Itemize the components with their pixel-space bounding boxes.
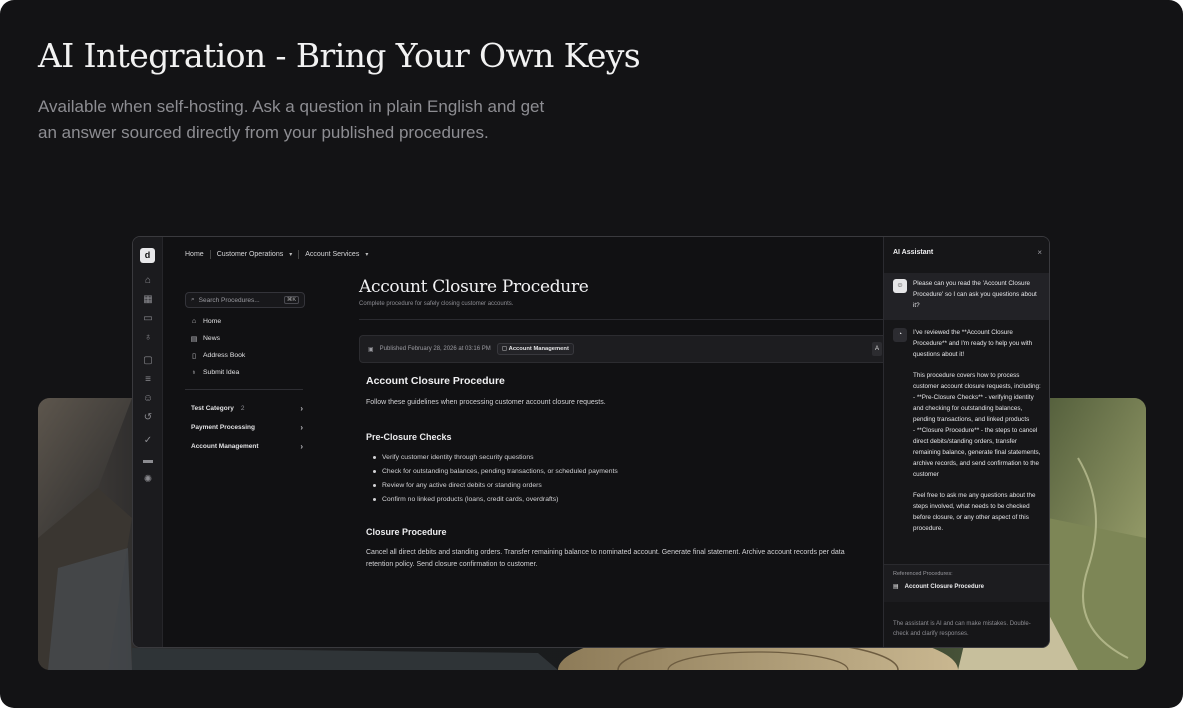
- lightbulb-icon[interactable]: ♁: [142, 332, 154, 344]
- app-logo-icon[interactable]: d: [140, 248, 155, 263]
- list-item: Confirm no linked products (loans, credi…: [373, 493, 884, 507]
- card-icon[interactable]: ▬: [142, 455, 154, 467]
- inbox-icon[interactable]: ▭: [142, 313, 154, 325]
- assistant-disclaimer: The assistant is AI and can make mistake…: [893, 621, 1031, 637]
- assistant-message-text: I've reviewed the **Account Closure Proc…: [913, 328, 1041, 533]
- user-avatar-icon: ☺: [893, 279, 907, 293]
- sidebar-item-address-book[interactable]: ▯ Address Book: [185, 347, 305, 364]
- hero-title: AI Integration - Bring Your Own Keys: [38, 36, 641, 75]
- book-icon: ▯: [192, 352, 196, 360]
- sidebar-item-label: Address Book: [203, 352, 246, 359]
- title-divider: [359, 319, 891, 320]
- document-icon: ▤: [893, 584, 899, 590]
- breadcrumb-customer-operations[interactable]: Customer Operations: [217, 251, 284, 258]
- breadcrumb-divider: [298, 250, 300, 259]
- assistant-header: AI Assistant ×: [884, 237, 1049, 267]
- page-title: Account Closure Procedure: [359, 277, 589, 297]
- document-view: Account Closure Procedure Complete proce…: [359, 277, 891, 584]
- folder-icon[interactable]: ▢: [142, 355, 154, 367]
- category-count: 2: [240, 405, 245, 412]
- sidebar-item-news[interactable]: ▤ News: [185, 330, 305, 347]
- category-chip-label: Account Management: [508, 346, 569, 352]
- user-check-icon[interactable]: ✓: [142, 435, 154, 447]
- close-icon[interactable]: ×: [1037, 248, 1042, 257]
- settings-icon[interactable]: ✺: [142, 474, 154, 486]
- chevron-down-icon[interactable]: ▾: [289, 251, 292, 258]
- category-label: Payment Processing: [191, 424, 255, 431]
- chevron-right-icon: ›: [300, 404, 303, 413]
- sidebar-divider: [185, 389, 303, 390]
- page-subtitle: Complete procedure for safely closing cu…: [359, 301, 514, 307]
- hero-subtitle-line-2: an answer sourced directly from your pub…: [38, 123, 489, 142]
- category-account-management[interactable]: Account Management ›: [185, 437, 305, 456]
- hero-subtitle: Available when self-hosting. Ask a quest…: [38, 94, 638, 146]
- search-icon: ⌕: [191, 296, 195, 303]
- calendar-icon: ▣: [368, 346, 374, 353]
- search-placeholder: Search Procedures...: [198, 296, 260, 304]
- sidebar-item-label: Home: [203, 318, 222, 325]
- ai-assistant-panel: AI Assistant × ☺ Please can you read the…: [883, 237, 1049, 647]
- database-icon[interactable]: ≡: [142, 374, 154, 386]
- home-icon[interactable]: ⌂: [142, 275, 154, 287]
- closure-text-line-2: retention policy. Send closure confirmat…: [366, 561, 538, 568]
- folder-icon: ▢: [501, 346, 508, 352]
- dashboard-icon[interactable]: ▦: [142, 294, 154, 306]
- list-item: Check for outstanding balances, pending …: [373, 465, 884, 479]
- category-label: Account Management: [191, 443, 259, 450]
- list-item: Verify customer identity through securit…: [373, 451, 884, 465]
- category-payment-processing[interactable]: Payment Processing ›: [185, 418, 305, 437]
- icon-rail: d ⌂ ▦ ▭ ♁ ▢ ≡ ☺ ↺ ✓ ▬ ✺: [133, 237, 163, 647]
- published-date: Published February 28, 2026 at 03:16 PM: [379, 346, 491, 352]
- closure-text-line-1: Cancel all direct debits and standing or…: [366, 548, 845, 556]
- chevron-down-icon[interactable]: ▾: [365, 251, 368, 258]
- chevron-right-icon: ›: [300, 442, 303, 451]
- category-label: Test Category: [191, 405, 234, 412]
- history-icon[interactable]: ↺: [142, 412, 154, 424]
- checks-list: Verify customer identity through securit…: [366, 451, 884, 507]
- users-icon[interactable]: ☺: [142, 393, 154, 405]
- sidebar-nav: ⌂ Home ▤ News ▯ Address Book ♁ Submit Id…: [185, 313, 305, 381]
- document-meta-bar: ▣ Published February 28, 2026 at 03:16 P…: [359, 335, 891, 363]
- content-intro: Follow these guidelines when processing …: [366, 399, 606, 406]
- bot-avatar-icon: ◔: [893, 327, 907, 342]
- hero-subtitle-line-1: Available when self-hosting. Ask a quest…: [38, 97, 545, 116]
- content-heading: Account Closure Procedure: [366, 375, 505, 387]
- chevron-right-icon: ›: [300, 423, 303, 432]
- breadcrumb-account-services[interactable]: Account Services: [305, 251, 359, 258]
- referenced-procedures: Referenced Procedures: ▤ Account Closure…: [884, 564, 1049, 602]
- sidebar-item-home[interactable]: ⌂ Home: [185, 313, 305, 330]
- category-test-category[interactable]: Test Category 2 ›: [185, 399, 305, 418]
- breadcrumb-home[interactable]: Home: [185, 251, 204, 258]
- document-content: Account Closure Procedure Follow these g…: [359, 363, 891, 584]
- section-heading-closure: Closure Procedure: [366, 526, 447, 537]
- section-heading-pre-closure: Pre-Closure Checks: [366, 431, 452, 442]
- feature-card: AI Integration - Bring Your Own Keys Ava…: [0, 0, 1183, 708]
- lightbulb-icon: ♁: [191, 369, 197, 376]
- category-chip[interactable]: ▢ Account Management: [496, 343, 574, 355]
- breadcrumb: Home Customer Operations ▾ Account Servi…: [185, 250, 368, 259]
- user-message-text: Please can you read the 'Account Closure…: [913, 280, 1039, 309]
- assistant-message: ◔ I've reviewed the **Account Closure Pr…: [884, 320, 1049, 543]
- home-icon: ⌂: [191, 318, 197, 325]
- sidebar-item-submit-idea[interactable]: ♁ Submit Idea: [185, 364, 305, 381]
- search-shortcut: ⌘K: [283, 296, 299, 304]
- sidebar-item-label: News: [203, 335, 220, 342]
- list-item: Review for any active direct debits or s…: [373, 479, 884, 493]
- user-message: ☺ Please can you read the 'Account Closu…: [884, 273, 1049, 320]
- referenced-procedure-label: Account Closure Procedure: [904, 583, 985, 590]
- app-window: d ⌂ ▦ ▭ ♁ ▢ ≡ ☺ ↺ ✓ ▬ ✺ Home Customer Op…: [132, 236, 1050, 648]
- sidebar-item-label: Submit Idea: [203, 369, 240, 376]
- closure-text: Cancel all direct debits and standing or…: [366, 547, 884, 572]
- sidebar: ⌕ Search Procedures... ⌘K ⌂ Home ▤ News …: [185, 292, 305, 456]
- news-icon: ▤: [190, 335, 198, 343]
- search-input[interactable]: ⌕ Search Procedures... ⌘K: [185, 292, 305, 308]
- document-action-button[interactable]: A: [872, 342, 882, 356]
- referenced-procedure-link[interactable]: ▤ Account Closure Procedure: [893, 583, 1042, 591]
- referenced-label: Referenced Procedures:: [893, 571, 953, 577]
- breadcrumb-divider: [209, 250, 211, 259]
- assistant-title: AI Assistant: [893, 248, 934, 256]
